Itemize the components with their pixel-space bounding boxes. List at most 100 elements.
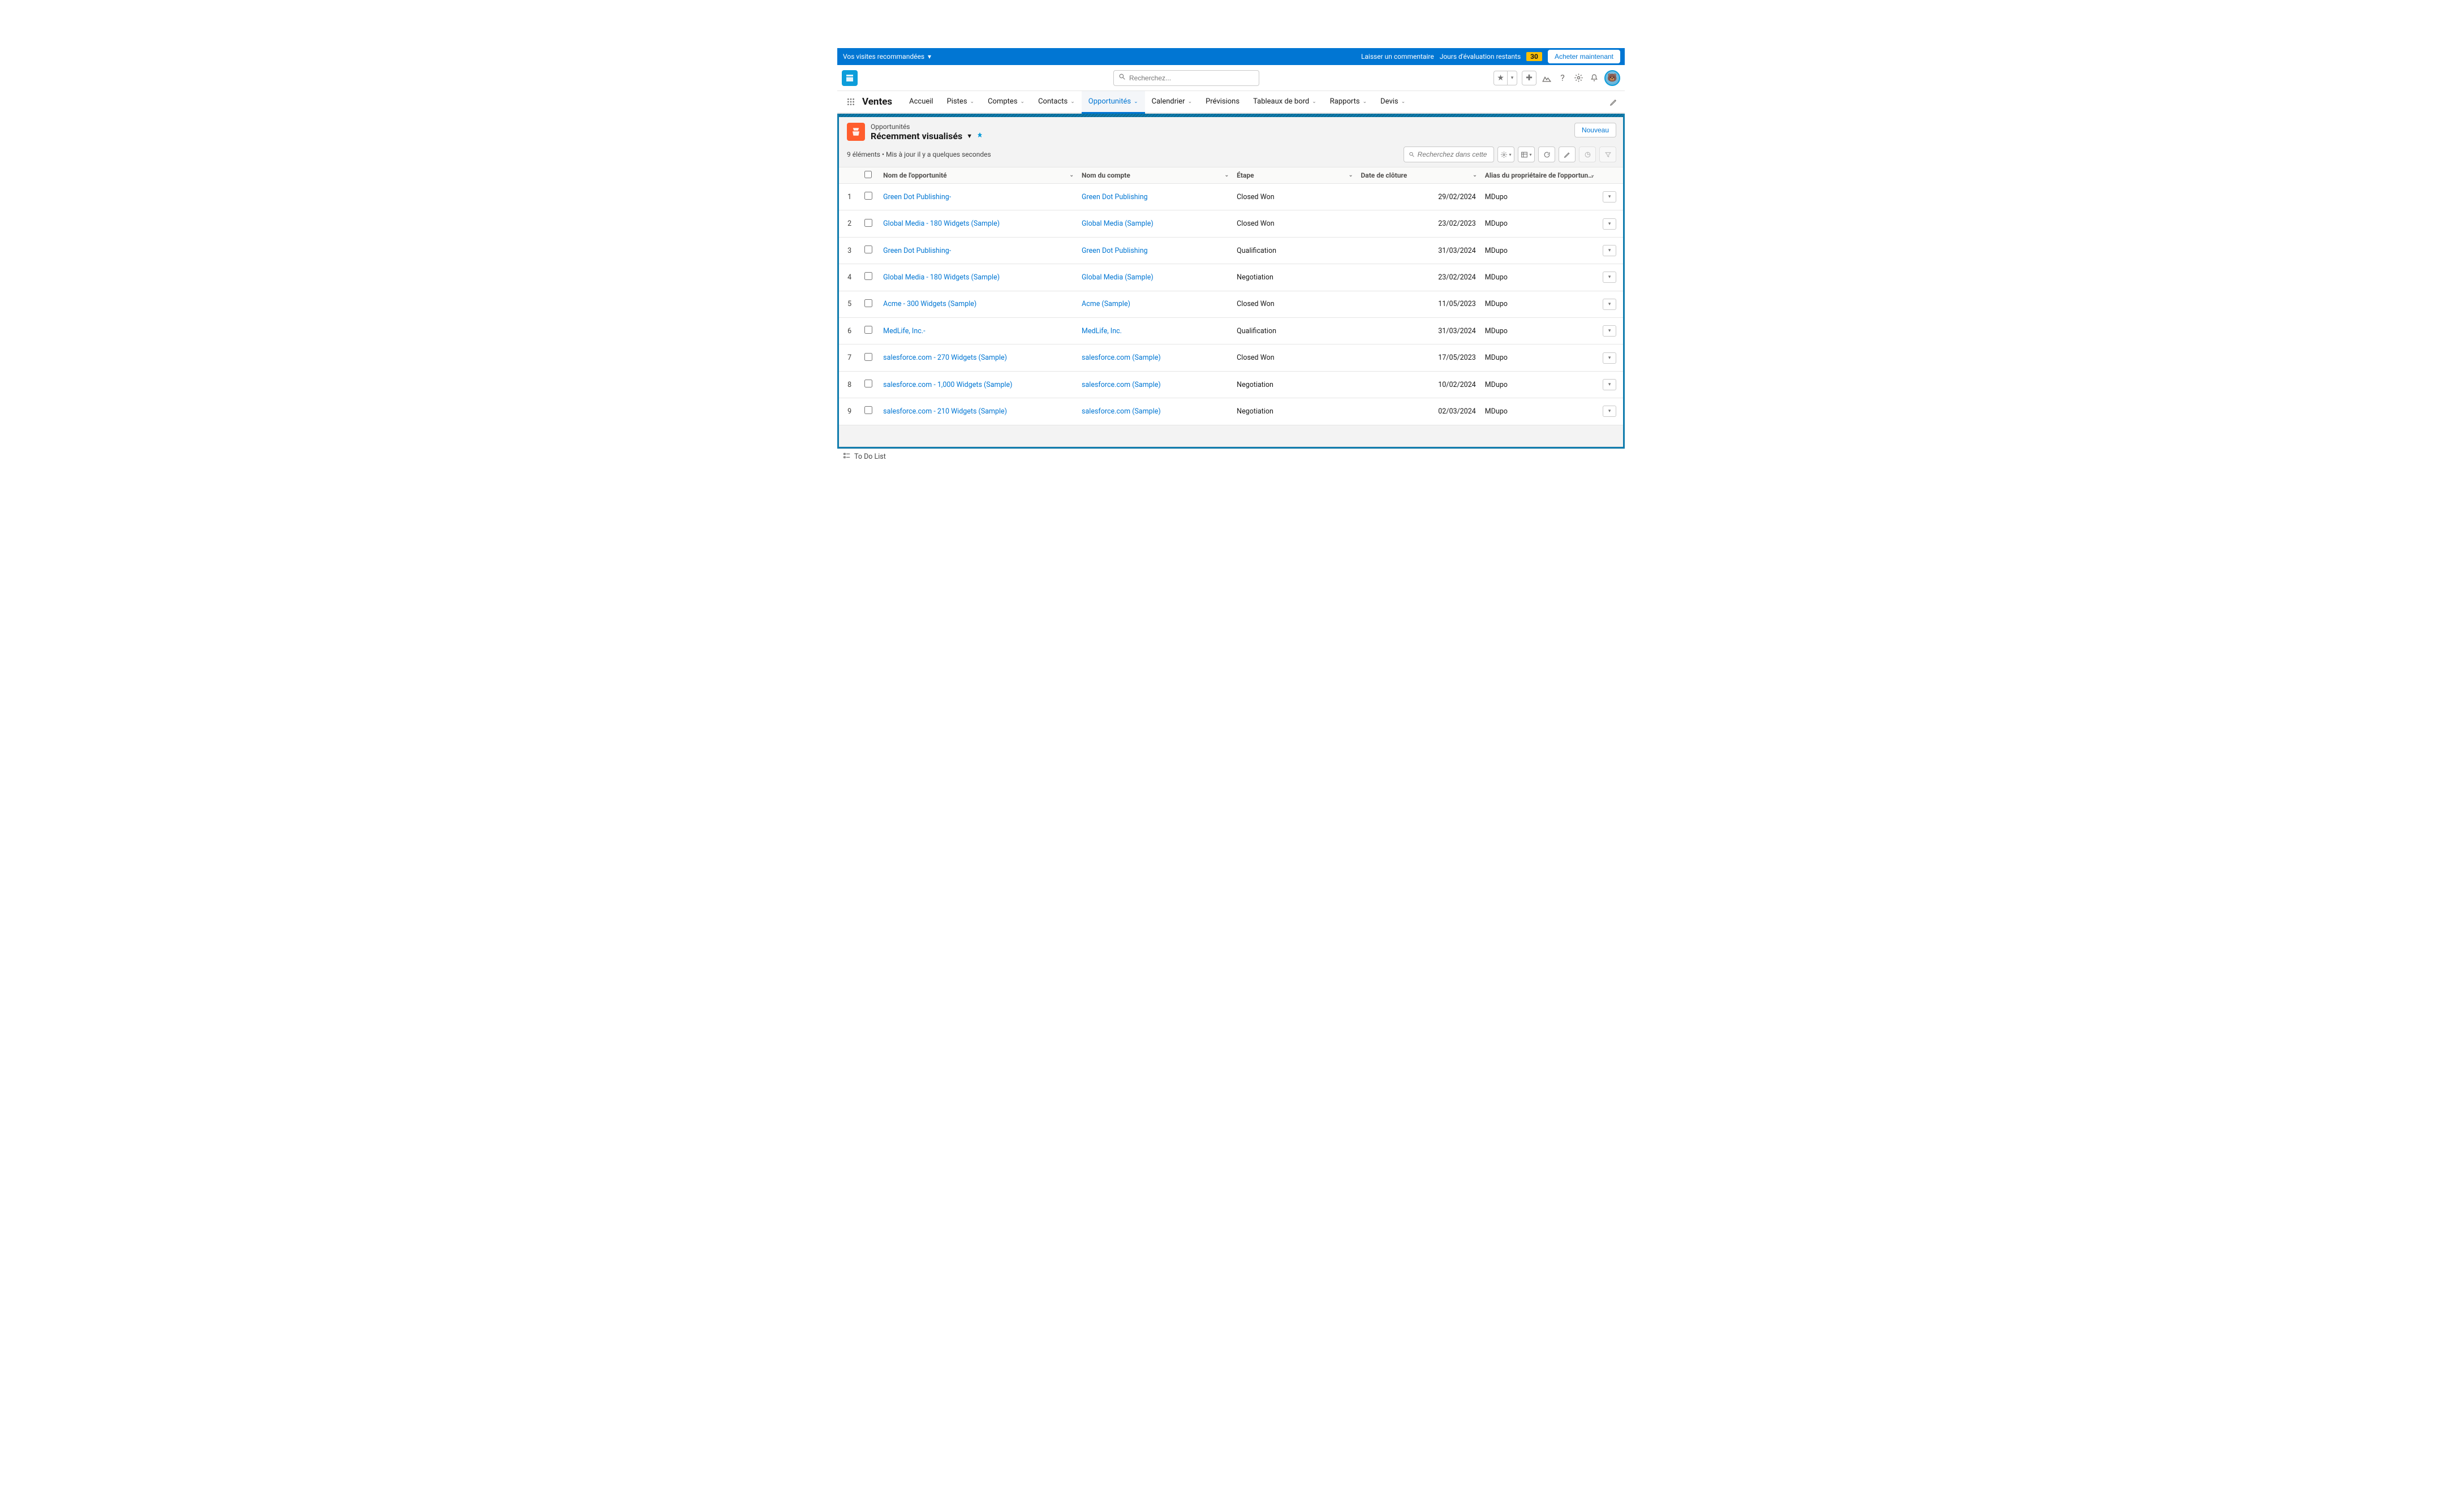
inline-edit-button[interactable]	[1559, 147, 1576, 162]
refresh-button[interactable]	[1538, 147, 1555, 162]
account-link[interactable]: salesforce.com (Sample)	[1082, 381, 1161, 389]
account-link[interactable]: Acme (Sample)	[1082, 300, 1130, 308]
account-link[interactable]: Green Dot Publishing	[1082, 247, 1148, 255]
recommended-visits-menu[interactable]: Vos visites recommandées ▾	[843, 53, 931, 61]
row-actions-button[interactable]: ▾	[1603, 299, 1616, 310]
select-all-checkbox[interactable]	[864, 171, 872, 178]
opportunity-link[interactable]: Global Media - 180 Widgets (Sample)	[883, 273, 1000, 282]
display-as-table[interactable]: ▾	[1518, 147, 1535, 162]
nav-tab-label: Rapports	[1330, 97, 1360, 106]
buy-now-button[interactable]: Acheter maintenant	[1548, 50, 1620, 63]
nav-tab-tableaux-de-bord[interactable]: Tableaux de bord⌄	[1246, 91, 1323, 114]
col-close[interactable]: Date de clôture⌄	[1356, 167, 1480, 184]
chevron-down-icon[interactable]: ⌄	[1363, 99, 1367, 105]
account-link[interactable]: salesforce.com (Sample)	[1082, 407, 1161, 416]
chevron-down-icon[interactable]: ⌄	[970, 99, 975, 105]
favorites-dropdown[interactable]: ▾	[1507, 71, 1517, 85]
row-checkbox[interactable]	[864, 299, 872, 307]
chevron-down-icon[interactable]: ⌄	[1401, 99, 1406, 105]
nav-tab-devis[interactable]: Devis⌄	[1374, 91, 1412, 114]
column-menu-icon[interactable]: ⌄	[1070, 173, 1074, 178]
nav-tab-calendrier[interactable]: Calendrier⌄	[1145, 91, 1199, 114]
chevron-down-icon[interactable]: ⌄	[1312, 99, 1316, 105]
app-logo[interactable]	[842, 70, 858, 86]
stage-cell: Negotiation	[1232, 371, 1356, 398]
opportunity-link[interactable]: Global Media - 180 Widgets (Sample)	[883, 219, 1000, 228]
setup-gear-icon[interactable]	[1573, 72, 1584, 84]
app-launcher-icon[interactable]	[842, 91, 860, 113]
list-view-switcher-icon[interactable]: ▼	[966, 132, 972, 140]
opportunity-link[interactable]: salesforce.com - 1,000 Widgets (Sample)	[883, 381, 1012, 389]
column-menu-icon[interactable]: ⌄	[1349, 173, 1353, 178]
nav-tab-pr-visions[interactable]: Prévisions	[1199, 91, 1246, 114]
user-avatar[interactable]: 🐻	[1604, 70, 1620, 86]
row-checkbox[interactable]	[864, 406, 872, 414]
column-menu-icon[interactable]: ⌄	[1591, 173, 1595, 178]
leave-comment-link[interactable]: Laisser un commentaire	[1361, 53, 1434, 61]
account-link[interactable]: salesforce.com (Sample)	[1082, 354, 1161, 362]
row-actions-button[interactable]: ▾	[1603, 406, 1616, 417]
opportunity-link[interactable]: salesforce.com - 270 Widgets (Sample)	[883, 354, 1007, 362]
new-button[interactable]: Nouveau	[1574, 123, 1616, 137]
nav-tab-label: Contacts	[1038, 97, 1068, 106]
row-actions-button[interactable]: ▾	[1603, 218, 1616, 230]
account-link[interactable]: Green Dot Publishing	[1082, 193, 1148, 201]
nav-tab-comptes[interactable]: Comptes⌄	[981, 91, 1031, 114]
row-checkbox[interactable]	[864, 353, 872, 361]
global-search[interactable]	[1113, 70, 1259, 86]
row-actions-button[interactable]: ▾	[1603, 325, 1616, 337]
row-actions-button[interactable]: ▾	[1603, 245, 1616, 256]
nav-tab-label: Accueil	[909, 97, 933, 106]
nav-tab-rapports[interactable]: Rapports⌄	[1323, 91, 1374, 114]
row-actions-button[interactable]: ▾	[1603, 272, 1616, 283]
list-search-input[interactable]	[1418, 150, 1489, 158]
nav-tab-pistes[interactable]: Pistes⌄	[940, 91, 981, 114]
opportunity-link[interactable]: Green Dot Publishing-	[883, 193, 951, 201]
nav-tab-opportunit-s[interactable]: Opportunités⌄	[1082, 91, 1145, 114]
nav-tab-accueil[interactable]: Accueil	[902, 91, 940, 114]
notifications-bell-icon[interactable]	[1589, 72, 1600, 84]
column-menu-icon[interactable]: ⌄	[1225, 173, 1229, 178]
col-stage[interactable]: Étape⌄	[1232, 167, 1356, 184]
nav-tab-contacts[interactable]: Contacts⌄	[1031, 91, 1082, 114]
global-actions-button[interactable]: ✚	[1522, 71, 1536, 85]
chevron-down-icon: ▾	[928, 53, 931, 61]
row-actions-button[interactable]: ▾	[1603, 352, 1616, 364]
chevron-down-icon[interactable]: ⌄	[1134, 99, 1138, 105]
opportunity-link[interactable]: Acme - 300 Widgets (Sample)	[883, 300, 976, 308]
chevron-down-icon[interactable]: ⌄	[1188, 99, 1193, 105]
chevron-down-icon[interactable]: ⌄	[1021, 99, 1025, 105]
list-controls-gear[interactable]: ▾	[1497, 147, 1514, 162]
col-owner[interactable]: Alias du propriétaire de l'opportun…⌄	[1480, 167, 1598, 184]
edit-nav-icon[interactable]	[1609, 91, 1620, 113]
chevron-down-icon[interactable]: ⌄	[1070, 99, 1075, 105]
column-menu-icon[interactable]: ⌄	[1473, 173, 1477, 178]
help-icon[interactable]: ?	[1557, 72, 1568, 84]
close-date-cell: 02/03/2024	[1356, 398, 1480, 425]
todo-list-icon[interactable]	[843, 451, 851, 462]
favorites-button[interactable]: ★	[1493, 71, 1507, 85]
row-checkbox[interactable]	[864, 192, 872, 200]
col-name[interactable]: Nom de l'opportunité⌄	[879, 167, 1077, 184]
row-checkbox[interactable]	[864, 245, 872, 253]
pin-icon[interactable]	[976, 132, 983, 141]
account-link[interactable]: Global Media (Sample)	[1082, 273, 1153, 282]
row-actions-button[interactable]: ▾	[1603, 191, 1616, 203]
opportunity-link[interactable]: MedLife, Inc.-	[883, 327, 925, 335]
row-checkbox[interactable]	[864, 380, 872, 387]
list-view-name[interactable]: Récemment visualisés	[871, 131, 962, 141]
row-checkbox[interactable]	[864, 272, 872, 280]
opportunity-link[interactable]: Green Dot Publishing-	[883, 247, 951, 255]
row-actions-button[interactable]: ▾	[1603, 379, 1616, 390]
account-link[interactable]: Global Media (Sample)	[1082, 219, 1153, 228]
row-checkbox[interactable]	[864, 326, 872, 334]
todo-list-label[interactable]: To Do List	[854, 453, 886, 461]
col-account[interactable]: Nom du compte⌄	[1077, 167, 1232, 184]
row-checkbox[interactable]	[864, 219, 872, 227]
trailhead-icon[interactable]	[1541, 72, 1552, 84]
global-search-input[interactable]	[1129, 74, 1254, 82]
list-search[interactable]	[1404, 147, 1494, 162]
account-link[interactable]: MedLife, Inc.	[1082, 327, 1122, 335]
col-select-all[interactable]	[860, 167, 879, 184]
opportunity-link[interactable]: salesforce.com - 210 Widgets (Sample)	[883, 407, 1007, 416]
